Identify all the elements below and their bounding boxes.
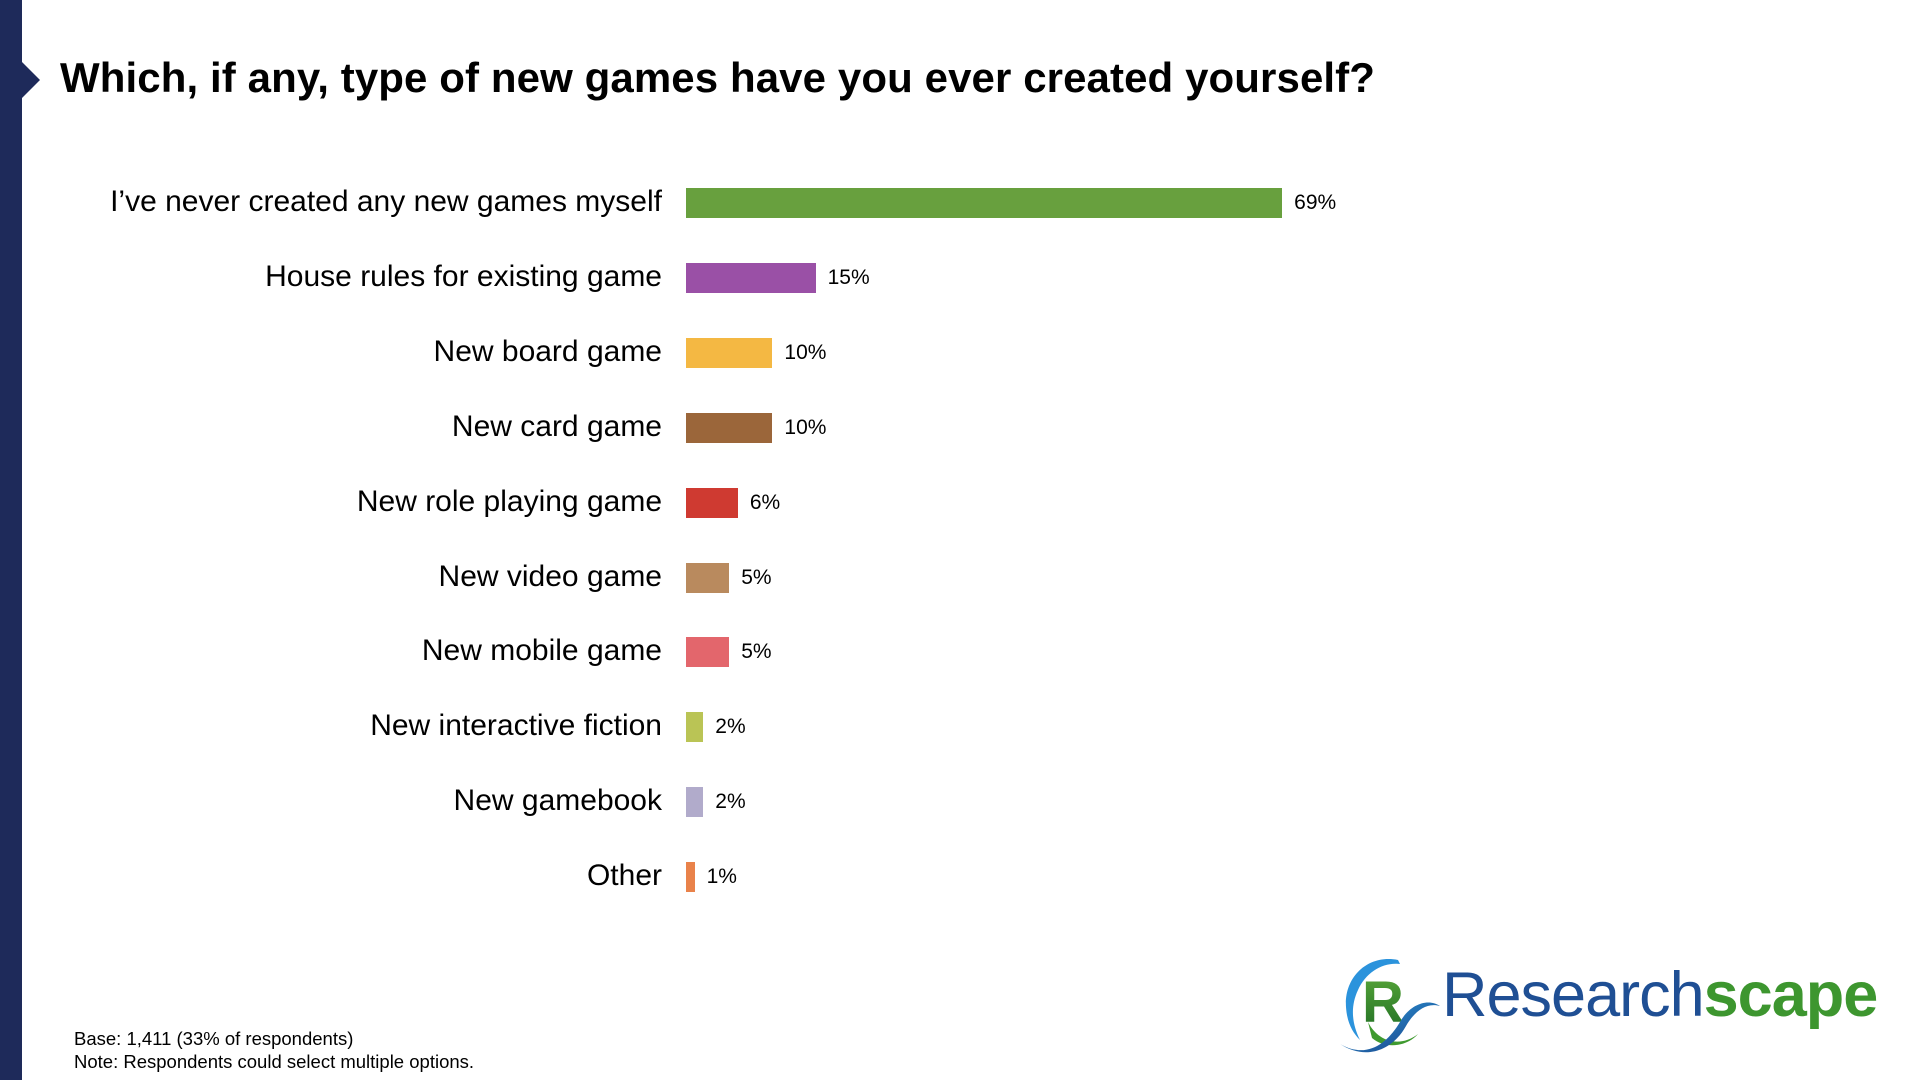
category-label: New gamebook <box>453 784 662 818</box>
bar <box>686 412 773 443</box>
value-label: 10% <box>784 415 827 439</box>
footer-notes: Base: 1,411 (33% of respondents) Note: R… <box>74 1027 474 1073</box>
category-label: New mobile game <box>421 634 662 668</box>
base-note: Base: 1,411 (33% of respondents) <box>74 1028 354 1049</box>
value-label: 10% <box>784 340 827 364</box>
bar <box>686 787 704 818</box>
svg-text:R: R <box>1362 970 1404 1035</box>
multi-select-note: Note: Respondents could select multiple … <box>74 1051 475 1072</box>
logo-wordmark: Researchscape <box>1442 960 1879 1030</box>
bar <box>686 262 816 293</box>
bar <box>686 562 730 593</box>
bar <box>686 188 1283 218</box>
category-label: New interactive fiction <box>370 709 662 743</box>
value-label: 5% <box>741 640 772 664</box>
value-label: 2% <box>715 715 746 739</box>
logo-swoosh-icon: R <box>1340 959 1440 1053</box>
value-label: 15% <box>827 265 870 289</box>
bar <box>686 637 730 668</box>
logo-word-scape: scape <box>1703 960 1879 1030</box>
category-label: House rules for existing game <box>265 259 662 293</box>
bar <box>686 337 773 368</box>
researchscape-logo: R Researchscape <box>1338 952 1908 1062</box>
category-label: New board game <box>433 334 662 368</box>
value-label: 5% <box>741 565 772 589</box>
bar <box>686 487 738 518</box>
logo-word-research: Research <box>1442 960 1705 1030</box>
value-label: 2% <box>715 790 746 814</box>
category-label: New video game <box>438 559 662 593</box>
category-label: New card game <box>451 409 662 443</box>
category-label: I’ve never created any new games myself <box>110 185 662 218</box>
value-label: 69% <box>1294 191 1337 214</box>
category-label: New role playing game <box>356 484 662 518</box>
bar <box>686 862 695 893</box>
category-label: Other <box>586 859 662 893</box>
value-label: 6% <box>749 490 781 514</box>
bar-chart: I’ve never created any new games myself 6… <box>0 0 1920 1000</box>
bar <box>686 712 704 743</box>
value-label: 1% <box>706 865 737 889</box>
